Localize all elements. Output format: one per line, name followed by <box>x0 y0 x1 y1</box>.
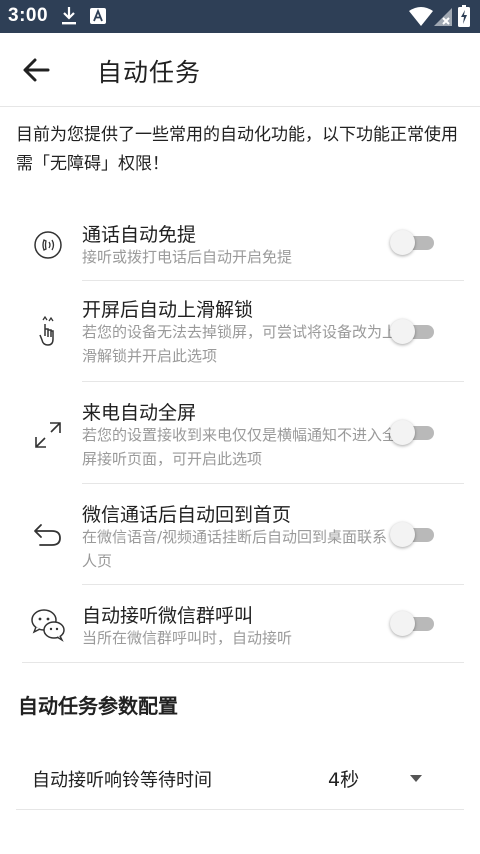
config-section-title: 自动任务参数配置 <box>18 694 178 718</box>
app-bar: 自动任务 <box>0 33 480 107</box>
ring-wait-value[interactable]: 4秒 <box>328 765 359 792</box>
speakerphone-toggle[interactable] <box>390 230 434 255</box>
task-speakerphone[interactable]: 通话自动免提 接听或拨打电话后自动开启免提 <box>22 205 464 281</box>
ring-wait-label: 自动接听响铃等待时间 <box>32 770 212 791</box>
task-wechat-return-home[interactable]: 微信通话后自动回到首页 在微信语音/视频通话挂断后自动回到桌面联系人页 <box>22 484 464 585</box>
toggle-thumb <box>390 522 415 547</box>
task-call-fullscreen[interactable]: 来电自动全屏 若您的设置接收到来电仅仅是横幅通知不进入全屏接听页面，可开启此选项 <box>22 382 464 484</box>
task-swipe-unlock[interactable]: 开屏后自动上滑解锁 若您的设备无法去掉锁屏，可尝试将设备改为上滑解锁并开启此选项 <box>22 281 464 382</box>
wechat-icon <box>31 609 65 642</box>
task-description: 若您的设备无法去掉锁屏，可尝试将设备改为上滑解锁并开启此选项 <box>82 323 398 365</box>
swipe-up-icon <box>39 315 54 346</box>
ring-wait-setting[interactable]: 自动接听响铃等待时间 4秒 <box>16 750 464 810</box>
task-title: 自动接听微信群呼叫 <box>82 605 254 627</box>
task-description: 在微信语音/视频通话挂断后自动回到桌面联系人页 <box>82 528 388 570</box>
speakerphone-icon <box>34 231 62 259</box>
status-bar: 3:00 <box>0 0 480 33</box>
task-description: 若您的设置接收到来电仅仅是横幅通知不进入全屏接听页面，可开启此选项 <box>82 426 398 468</box>
toggle-thumb <box>390 319 415 344</box>
swipe-unlock-toggle[interactable] <box>390 319 434 344</box>
no-signal-icon <box>434 8 452 26</box>
intro-text: 目前为您提供了一些常用的自动化功能，以下功能正常使用需「无障碍」权限！ <box>16 125 458 174</box>
wifi-icon <box>409 7 433 26</box>
task-description: 当所在微信群呼叫时，自动接听 <box>82 629 293 647</box>
return-icon <box>34 524 61 546</box>
divider <box>22 662 464 663</box>
task-title: 微信通话后自动回到首页 <box>82 504 292 526</box>
back-arrow-icon[interactable] <box>20 55 54 85</box>
fullscreen-icon <box>35 422 61 448</box>
task-description: 接听或拨打电话后自动开启免提 <box>82 248 293 266</box>
task-title: 通话自动免提 <box>82 224 197 246</box>
call-fullscreen-toggle[interactable] <box>390 420 434 445</box>
status-time: 3:00 <box>8 5 49 26</box>
task-title: 开屏后自动上滑解锁 <box>82 299 254 321</box>
dropdown-arrow-icon[interactable] <box>408 772 424 784</box>
task-wechat-group-call[interactable]: 自动接听微信群呼叫 当所在微信群呼叫时，自动接听 <box>22 585 464 663</box>
app-notification-icon <box>90 8 106 24</box>
toggle-thumb <box>390 611 415 636</box>
toggle-thumb <box>390 230 415 255</box>
task-title: 来电自动全屏 <box>82 402 197 424</box>
wechat-return-home-toggle[interactable] <box>390 522 434 547</box>
battery-charging-icon <box>458 5 470 27</box>
wechat-group-call-toggle[interactable] <box>390 611 434 636</box>
page-title: 自动任务 <box>97 58 202 87</box>
download-icon <box>62 7 76 25</box>
toggle-thumb <box>390 420 415 445</box>
